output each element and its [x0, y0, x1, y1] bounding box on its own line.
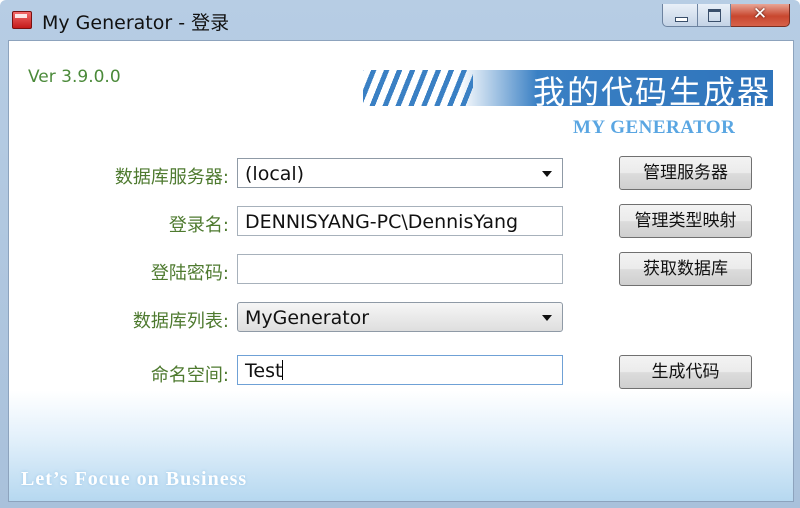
- manage-type-mapping-button[interactable]: 管理类型映射: [619, 204, 752, 238]
- window-controls: ✕: [662, 4, 790, 27]
- chevron-down-icon[interactable]: [542, 315, 552, 321]
- title-bar[interactable]: My Generator - 登录 ✕: [0, 0, 800, 40]
- app-icon[interactable]: [12, 11, 32, 29]
- password-input[interactable]: [237, 254, 563, 284]
- namespace-value: Test: [245, 360, 283, 382]
- text-caret: [282, 360, 284, 380]
- close-button[interactable]: ✕: [731, 4, 790, 27]
- maximize-button[interactable]: [698, 4, 731, 27]
- password-label: 登陆密码:: [150, 263, 229, 284]
- login-name-input[interactable]: DENNISYANG-PC\DennisYang: [237, 206, 563, 236]
- database-list-combobox[interactable]: MyGenerator: [237, 302, 563, 332]
- database-list-value: MyGenerator: [245, 307, 370, 329]
- login-panel: Ver 3.9.0.0 我的代码生成器 MY GENERATOR 数据库服务器:…: [8, 40, 794, 502]
- get-databases-button[interactable]: 获取数据库: [619, 252, 752, 286]
- window-title: My Generator - 登录: [42, 12, 230, 34]
- login-label: 登录名:: [168, 215, 229, 236]
- server-label: 数据库服务器:: [114, 167, 229, 188]
- chevron-down-icon[interactable]: [542, 171, 552, 177]
- banner-subtitle: MY GENERATOR: [573, 117, 736, 138]
- banner-stripes: [363, 70, 473, 106]
- server-combobox[interactable]: (local): [237, 158, 563, 188]
- namespace-label: 命名空间:: [150, 365, 229, 386]
- maximize-icon: [708, 9, 721, 22]
- manage-servers-button[interactable]: 管理服务器: [619, 156, 752, 190]
- server-value: (local): [245, 163, 305, 185]
- banner: 我的代码生成器: [361, 66, 781, 111]
- close-icon: ✕: [752, 4, 768, 24]
- namespace-input[interactable]: Test: [237, 355, 563, 385]
- minimize-button[interactable]: [662, 4, 698, 27]
- app-window: My Generator - 登录 ✕ Ver 3.9.0.0 我的代码生成器 …: [0, 0, 800, 508]
- footer-slogan: Let’s Focue on Business: [21, 468, 248, 490]
- version-label: Ver 3.9.0.0: [28, 67, 121, 87]
- banner-title: 我的代码生成器: [532, 73, 771, 111]
- database-list-label: 数据库列表:: [132, 311, 229, 332]
- minimize-icon: [675, 17, 688, 22]
- generate-code-button[interactable]: 生成代码: [619, 355, 752, 389]
